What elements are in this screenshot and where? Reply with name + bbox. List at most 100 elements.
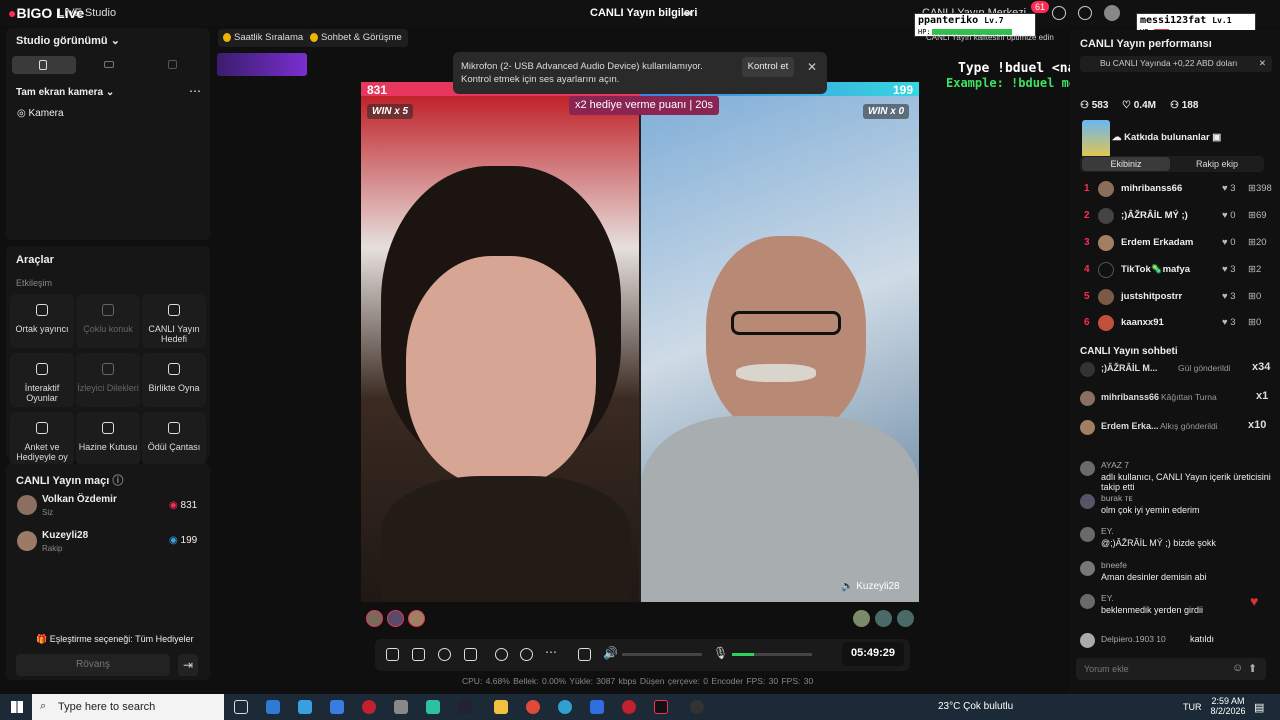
ranking-row[interactable]: 2 ;)ÂŽRÂİL MÝ ;) ♥ 0 ⊞69 [1078, 206, 1270, 228]
adjust-icon[interactable] [578, 648, 591, 661]
mic-icon[interactable]: 🎙 [713, 646, 728, 660]
play-together-button[interactable]: Birlikte Oyna [142, 353, 206, 407]
live-info-title[interactable]: CANLI Yayın bilgileri [590, 7, 697, 19]
host-helper-avatar[interactable] [408, 610, 425, 627]
edge-icon[interactable] [558, 700, 572, 714]
treasure-box-button[interactable]: Hazine Kutusu [76, 412, 140, 466]
app-icon[interactable] [458, 700, 472, 714]
chat-call-tag[interactable]: Sohbet & Görüşme [305, 29, 408, 47]
weather-widget[interactable]: 23°C Çok bulutlu [938, 701, 1013, 712]
multi-guest-button[interactable]: Çoklu konuk [76, 294, 140, 348]
add-source-icon[interactable] [464, 648, 477, 661]
live-goal-button[interactable]: CANLI Yayın Hedefi [142, 294, 206, 348]
chrome-icon[interactable] [526, 700, 540, 714]
host-win-streak: WIN x 5 [367, 104, 414, 119]
app-icon[interactable] [590, 700, 604, 714]
more-icon[interactable]: ⋯ [189, 84, 201, 98]
mic-warning-toast: Mikrofon (2- USB Advanced Audio Device) … [453, 52, 827, 94]
language-indicator[interactable]: TUR [1183, 702, 1202, 712]
camera-source[interactable]: ◎ Kamera [17, 108, 64, 119]
viewer-wishes-button[interactable]: İzleyici Dilekleri [76, 353, 140, 407]
help-icon[interactable] [1052, 6, 1066, 20]
seat-icon[interactable] [897, 610, 914, 627]
avatar [1080, 527, 1095, 542]
banner-thumbnail[interactable] [217, 53, 307, 76]
share-icon[interactable]: ➦ [683, 6, 693, 20]
exit-icon[interactable]: ⇥ [178, 654, 198, 676]
interactive-games-button[interactable]: İnteraktif Oyunlar [10, 353, 74, 407]
avatar [1098, 181, 1114, 197]
lock-layout-icon[interactable] [168, 60, 177, 69]
sticker-icon[interactable] [412, 648, 425, 661]
reward-bag-button[interactable]: Ödül Çantası [142, 412, 206, 466]
hourly-ranking-tag[interactable]: Saatlik Sıralama [218, 29, 310, 47]
poll-button[interactable]: Anket ve Hediyeyle oy [10, 412, 74, 466]
close-icon[interactable]: ✕ [807, 60, 817, 74]
opponent-name: Kuzeyli28 [42, 530, 89, 541]
avatar [1080, 420, 1095, 435]
app-icon[interactable] [690, 700, 704, 714]
clock[interactable]: 2:59 AM 8/2/2026 [1208, 696, 1248, 716]
double-gift-hint: x2 hediye verme puanı | 20s [569, 96, 719, 115]
more-icon[interactable]: ⋯ [545, 645, 557, 659]
rematch-button[interactable]: Rövanş [16, 654, 170, 676]
ranking-row[interactable]: 4 TikTok🦠mafya ♥ 3 ⊞2 [1078, 260, 1270, 282]
co-host-button[interactable]: Ortak yayıncı [10, 294, 74, 348]
host-face [406, 256, 596, 486]
seat-icon[interactable] [875, 610, 892, 627]
speaker-icon[interactable]: 🔊 [603, 646, 618, 660]
ranking-row[interactable]: 5 justshitpostrr ♥ 3 ⊞0 [1078, 287, 1270, 309]
opponent-helper-avatar[interactable] [853, 610, 870, 627]
settings-icon[interactable] [1078, 6, 1092, 20]
poll-icon [36, 422, 48, 434]
tab-our-team[interactable]: Ekibiniz [1082, 157, 1170, 171]
landscape-icon[interactable] [104, 61, 114, 68]
scene-title[interactable]: Tam ekran kamera ⌄ [16, 87, 114, 98]
check-button[interactable]: Kontrol et [742, 57, 794, 77]
opponent-name-label: 🔈 Kuzeyli28 [841, 581, 900, 592]
app-icon[interactable] [362, 700, 376, 714]
studio-view-title[interactable]: Studio görünümü ⌄ [16, 34, 120, 47]
filter-icon[interactable] [438, 648, 451, 661]
volume-slider[interactable] [622, 653, 702, 656]
opponent-score: ◉ 199 [169, 535, 198, 546]
folder-icon[interactable] [494, 700, 508, 714]
gift-icon [102, 363, 114, 375]
tools-title: Araçlar [16, 254, 54, 266]
windows-start-icon[interactable] [11, 701, 23, 713]
app-icon[interactable] [266, 700, 280, 714]
record-icon[interactable] [495, 648, 508, 661]
task-view-icon[interactable] [234, 700, 248, 714]
app-icon[interactable] [394, 700, 408, 714]
emoji-icon[interactable]: ☺ [1232, 662, 1243, 674]
ranking-row[interactable]: 3 Erdem Erkadam ♥ 0 ⊞20 [1078, 233, 1270, 255]
avatar [1080, 461, 1095, 476]
viewer-count: ⚇ 583 [1080, 100, 1109, 111]
app-icon[interactable] [330, 700, 344, 714]
chat-message: AYAZ 7 adlı kullanıcı, CANLI Yayın içerik… [1080, 460, 1271, 492]
notifications-icon[interactable]: ▤ [1254, 701, 1264, 714]
beauty-icon[interactable] [520, 648, 533, 661]
host-helper-avatar[interactable] [366, 610, 383, 627]
app-icon[interactable] [622, 700, 636, 714]
tab-rival-team[interactable]: Rakip ekip [1172, 157, 1262, 171]
ranking-row[interactable]: 1 mihribanss66 ♥ 3 ⊞398 [1078, 179, 1272, 201]
ranking-row[interactable]: 6 kaanxx91 ♥ 3 ⊞0 [1078, 313, 1270, 335]
mic-level [732, 653, 754, 656]
avatar [1080, 633, 1095, 648]
gift-message: Erdem Erka... Alkış gönderildi x10 [1080, 419, 1270, 439]
close-icon[interactable]: ✕ [1259, 58, 1266, 69]
portrait-icon [39, 60, 47, 70]
contributors-title[interactable]: ☁ Katkıda bulunanlar ▣ [1112, 132, 1221, 143]
tiktok-icon[interactable] [654, 700, 668, 714]
taskbar-search-input[interactable]: Type here to search [32, 694, 224, 720]
gamepad-icon [36, 363, 48, 375]
app-icon[interactable] [426, 700, 440, 714]
user-avatar[interactable] [1104, 5, 1120, 21]
effects-icon[interactable] [386, 648, 399, 661]
send-icon[interactable]: ⬆ [1248, 662, 1257, 675]
app-icon[interactable] [298, 700, 312, 714]
host-helper-avatar[interactable] [387, 610, 404, 627]
stream-stats: CPU: 4.68% Bellek: 0.00% Yükle: 3087 kbp… [462, 676, 814, 686]
opponent-win-streak: WIN x 0 [863, 104, 910, 119]
